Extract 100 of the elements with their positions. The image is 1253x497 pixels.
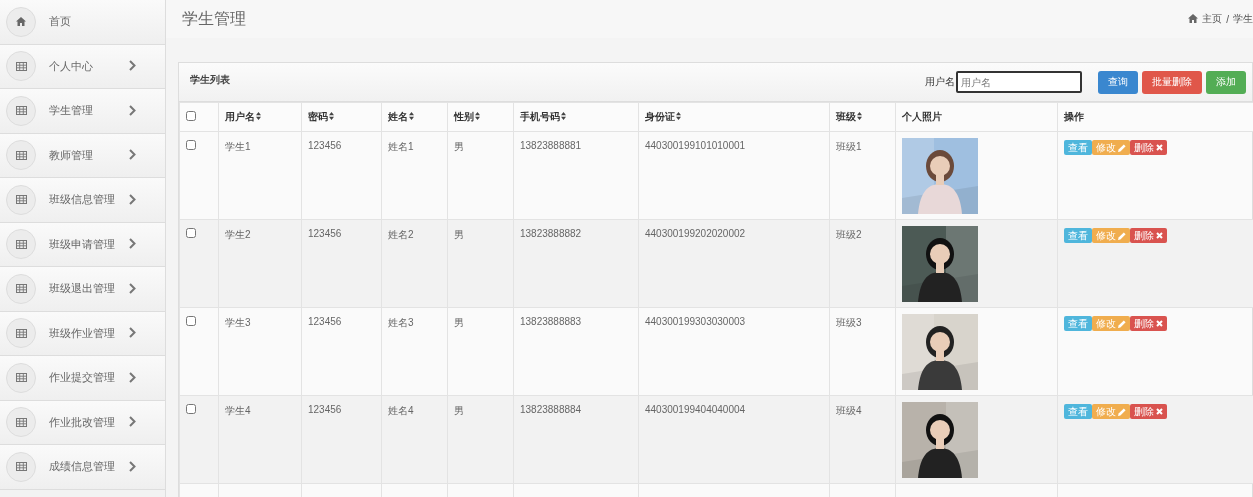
table-cell: 440300199404040004 [638, 395, 830, 484]
table-cell: 440300199101010001 [638, 131, 830, 220]
table-cell: 男 [447, 131, 514, 220]
table-cell: 学生2 [218, 219, 302, 308]
panel-title: 学生列表 [190, 73, 231, 87]
column-header: 个人照片 [895, 102, 1058, 132]
table-icon [15, 195, 27, 205]
toolbar-button[interactable]: 查询 [1098, 70, 1138, 94]
row-checkbox[interactable] [186, 228, 196, 238]
table-cell: 13823888881 [513, 131, 639, 220]
sidebar-item[interactable]: 作业批改管理 [0, 400, 165, 445]
table-cell: 440300199202020002 [638, 219, 830, 308]
sidebar-item[interactable]: 班级申请管理 [0, 222, 165, 267]
sort-icon[interactable] [329, 112, 334, 120]
table-icon [15, 150, 27, 160]
pencil-icon [1118, 231, 1126, 240]
sidebar-item[interactable]: 学生管理 [0, 89, 165, 134]
table-cell: 班级4 [829, 395, 896, 484]
sort-icon[interactable] [857, 112, 862, 120]
table-cell: 440300199303030003 [638, 307, 830, 396]
table-cell: 班级2 [829, 219, 896, 308]
search-label: 用户名 [925, 75, 955, 89]
column-header: 操作 [1057, 102, 1253, 132]
row-checkbox[interactable] [186, 140, 196, 150]
chevron-right-icon [129, 327, 136, 339]
chevron-right-icon [129, 371, 136, 383]
breadcrumb-link[interactable]: 主页 [1202, 12, 1223, 26]
delete-button[interactable]: 删除 [1130, 228, 1167, 243]
chevron-right-icon [129, 193, 136, 205]
table-cell: 男 [447, 219, 514, 308]
sidebar-item[interactable]: 班级退出管理 [0, 267, 165, 312]
table-icon [15, 239, 27, 249]
column-header[interactable]: 密码 [301, 102, 382, 132]
sidebar-item[interactable]: 班级作业管理 [0, 311, 165, 356]
table-cell: 学生1 [218, 131, 302, 220]
table-cell: 姓名3 [381, 307, 448, 396]
sidebar-item[interactable]: 作业提交管理 [0, 356, 165, 401]
table-cell: 姓名4 [381, 395, 448, 484]
sort-icon[interactable] [256, 112, 261, 120]
close-icon [1156, 232, 1163, 239]
table-cell: 班级3 [829, 307, 896, 396]
table-icon [15, 417, 27, 427]
pencil-icon [1118, 407, 1126, 416]
chevron-right-icon [129, 282, 136, 294]
table-cell: 班级1 [829, 131, 896, 220]
delete-button[interactable]: 删除 [1130, 140, 1167, 155]
chevron-right-icon [129, 104, 136, 116]
table-cell: 男 [447, 395, 514, 484]
table-cell: 123456 [301, 131, 382, 220]
home-icon [16, 17, 26, 27]
table-cell: 学生4 [218, 395, 302, 484]
chevron-right-icon [129, 238, 136, 250]
pencil-icon [1118, 143, 1126, 152]
row-checkbox[interactable] [186, 316, 196, 326]
column-header[interactable]: 用户名 [218, 102, 302, 132]
table-icon [15, 328, 27, 338]
row-checkbox[interactable] [186, 404, 196, 414]
search-field[interactable]: 用户名 [956, 71, 1082, 93]
table-icon [15, 373, 27, 383]
column-header[interactable]: 姓名 [381, 102, 448, 132]
sort-icon[interactable] [676, 112, 681, 120]
table-icon [15, 462, 27, 472]
sort-icon[interactable] [561, 112, 566, 120]
select-all-checkbox[interactable] [186, 111, 196, 121]
table-cell: 13823888884 [513, 395, 639, 484]
table-cell: 男 [447, 307, 514, 396]
delete-button[interactable]: 删除 [1130, 316, 1167, 331]
table-cell: 13823888882 [513, 219, 639, 308]
chevron-right-icon [129, 460, 136, 472]
table-cell: 123456 [301, 395, 382, 484]
column-header[interactable]: 手机号码 [513, 102, 639, 132]
sidebar-item[interactable]: 首页 [0, 0, 165, 45]
table-cell: 学生3 [218, 307, 302, 396]
table-cell: 姓名1 [381, 131, 448, 220]
column-header[interactable]: 性别 [447, 102, 514, 132]
table-cell: 姓名2 [381, 219, 448, 308]
pencil-icon [1118, 319, 1126, 328]
column-header[interactable]: 班级 [829, 102, 896, 132]
chevron-right-icon [129, 60, 136, 72]
column-header[interactable]: 身份证 [638, 102, 830, 132]
table-icon [15, 106, 27, 116]
close-icon [1156, 408, 1163, 415]
sidebar-item[interactable]: 班级信息管理 [0, 178, 165, 223]
sidebar-item[interactable]: 个人中心 [0, 44, 165, 89]
close-icon [1156, 320, 1163, 327]
breadcrumb-separator: / [1226, 13, 1229, 25]
table-cell: 13823888883 [513, 307, 639, 396]
home-icon [1188, 13, 1199, 23]
close-icon [1156, 144, 1163, 151]
table-cell: 123456 [301, 219, 382, 308]
sort-icon[interactable] [475, 112, 480, 120]
sidebar-item[interactable]: 教师管理 [0, 133, 165, 178]
toolbar-button[interactable]: 批量删除 [1142, 70, 1202, 94]
table-icon [15, 284, 27, 294]
delete-button[interactable]: 删除 [1130, 404, 1167, 419]
sidebar-item[interactable]: 成绩信息管理 [0, 445, 165, 490]
table-cell: 123456 [301, 307, 382, 396]
sort-icon[interactable] [409, 112, 414, 120]
breadcrumb-link[interactable]: 学生 [1233, 12, 1253, 26]
chevron-right-icon [129, 416, 136, 428]
